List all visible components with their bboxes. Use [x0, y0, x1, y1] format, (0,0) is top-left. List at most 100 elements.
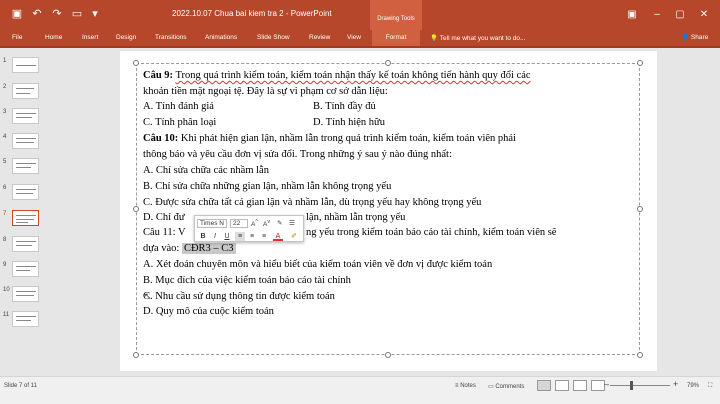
- undo-icon[interactable]: ↶: [30, 7, 44, 21]
- tab-design[interactable]: Design: [116, 34, 136, 41]
- slide-thumbnail[interactable]: [12, 236, 39, 252]
- q10-line1: Câu 10: Khi phát hiện gian lận, nhầm lẫn…: [143, 133, 516, 145]
- share-button[interactable]: 👤 Share: [681, 31, 717, 45]
- minimize-icon[interactable]: –: [650, 8, 664, 22]
- resize-handle[interactable]: [385, 60, 391, 66]
- q11-line2-text: dựa vào:: [143, 243, 180, 254]
- slide-thumbnail[interactable]: [12, 261, 39, 277]
- thumb-number: 4: [3, 134, 7, 140]
- slide-thumbnail[interactable]: [12, 184, 39, 200]
- slide-thumbnail-selected[interactable]: [12, 210, 39, 226]
- zoom-out-icon[interactable]: –: [604, 379, 609, 389]
- customize-quick-access-icon[interactable]: ▾: [88, 7, 102, 21]
- resize-handle[interactable]: [133, 206, 139, 212]
- thumb-number: 11: [3, 312, 10, 318]
- zoom-level[interactable]: 79%: [687, 383, 699, 389]
- ribbon-tabs: File Home Insert Design Transitions Anim…: [0, 30, 720, 46]
- slide-thumbnail[interactable]: [12, 133, 39, 149]
- present-icon[interactable]: ▭: [70, 7, 84, 21]
- q10-text1: Khi phát hiện gian lận, nhầm lẫn trong q…: [180, 133, 516, 144]
- q9-option-c: C. Tính phân loại: [143, 117, 217, 128]
- thumb-number: 2: [3, 84, 7, 90]
- notes-icon: ≡: [455, 383, 459, 389]
- zoom-slider[interactable]: [610, 385, 670, 386]
- normal-view-icon[interactable]: [537, 380, 551, 391]
- align-center-icon[interactable]: ≡: [247, 232, 257, 241]
- status-bar: Slide 7 of 11 ≡ Notes ▭ Comments – + 79%…: [0, 376, 720, 404]
- mini-formatting-toolbar: Times N 22 A^ Av ✎ ☰ B I U ≡ ≡ ≡ A ✐: [194, 215, 304, 242]
- tab-format[interactable]: Format: [372, 30, 420, 46]
- slide-thumbnail[interactable]: [12, 158, 39, 174]
- align-right-icon[interactable]: ≡: [259, 232, 269, 241]
- maximize-icon[interactable]: ▢: [673, 8, 687, 22]
- tell-me-search[interactable]: 💡 Tell me what you want to do...: [430, 34, 525, 42]
- resize-handle[interactable]: [385, 352, 391, 358]
- zoom-slider-knob[interactable]: [630, 381, 633, 390]
- q11-option-a: A. Xét đoán chuyên môn và hiểu biết của …: [143, 259, 493, 270]
- resize-handle[interactable]: [637, 206, 643, 212]
- share-label: Share: [690, 34, 709, 41]
- reading-view-icon[interactable]: [573, 380, 587, 391]
- q9-text1: Trong quá trình kiểm toán, kiểm toán nhậ…: [175, 70, 531, 81]
- tab-slide-show[interactable]: Slide Show: [257, 34, 290, 41]
- q10-label: Câu 10:: [143, 133, 179, 144]
- q10-option-a: A. Chỉ sửa chữa các nhầm lẫn: [143, 165, 269, 176]
- q10-option-b: B. Chỉ sửa chữa những gian lận, nhầm lẫn…: [143, 181, 392, 192]
- resize-handle[interactable]: [637, 60, 643, 66]
- font-color-button[interactable]: A: [273, 232, 283, 241]
- thumb-number: 9: [3, 262, 7, 268]
- slide-thumbnail[interactable]: [12, 57, 39, 73]
- q10-option-d-start: D. Chỉ đư: [143, 212, 185, 223]
- q10-option-d-end: lận, nhầm lẫn trọng yếu: [306, 212, 406, 223]
- new-comment-icon[interactable]: ✎: [277, 219, 282, 227]
- underline-button[interactable]: U: [222, 232, 232, 241]
- thumb-number: 6: [3, 185, 7, 191]
- q11-label: Câu 11: V: [143, 227, 186, 238]
- q11-option-b: B. Mục đích của việc kiểm toán báo cáo t…: [143, 275, 351, 286]
- close-icon[interactable]: ✕: [697, 8, 711, 22]
- bold-button[interactable]: B: [198, 232, 208, 241]
- font-size-box[interactable]: 22: [230, 219, 248, 228]
- italic-button[interactable]: I: [210, 232, 220, 241]
- save-icon[interactable]: ▣: [10, 7, 24, 21]
- slide-sorter-icon[interactable]: [555, 380, 569, 391]
- slide-thumbnail[interactable]: [12, 286, 39, 302]
- tab-home[interactable]: Home: [45, 34, 62, 41]
- ribbon-divider: [0, 46, 720, 48]
- q11-line1-end: ng yếu trong kiểm toán báo cáo tài chính…: [306, 227, 557, 238]
- resize-handle[interactable]: [133, 352, 139, 358]
- thumb-number: 8: [3, 237, 7, 243]
- fit-slide-icon[interactable]: ⛶: [708, 383, 712, 390]
- notes-label: Notes: [460, 383, 476, 389]
- resize-handle[interactable]: [133, 60, 139, 66]
- ribbon-display-icon[interactable]: ▣: [625, 8, 639, 22]
- font-name-box[interactable]: Times N: [197, 219, 227, 228]
- format-painter-icon[interactable]: ✐: [289, 232, 299, 241]
- grow-font-icon[interactable]: A^: [251, 219, 258, 228]
- align-left-icon[interactable]: ≡: [235, 232, 245, 241]
- title-bar: ▣ ↶ ↷ ▭ ▾ 2022.10.07 Chua bai kiem tra 2…: [0, 0, 720, 30]
- shrink-font-icon[interactable]: Av: [263, 219, 270, 228]
- notes-button[interactable]: ≡ Notes: [455, 383, 476, 389]
- slide-thumbnail[interactable]: [12, 108, 39, 124]
- slide-thumbnail[interactable]: [12, 311, 39, 327]
- tab-file[interactable]: File: [12, 34, 22, 41]
- resize-handle[interactable]: [637, 352, 643, 358]
- bullets-icon[interactable]: ☰: [289, 219, 295, 227]
- slideshow-view-icon[interactable]: [591, 380, 605, 391]
- q9-option-d: D. Tính hiện hữu: [313, 117, 385, 128]
- selected-text-highlight[interactable]: CĐR3 – C3: [181, 243, 236, 254]
- tab-review[interactable]: Review: [309, 34, 330, 41]
- tab-view[interactable]: View: [347, 34, 361, 41]
- zoom-in-icon[interactable]: +: [673, 379, 678, 389]
- tab-transitions[interactable]: Transitions: [155, 34, 187, 41]
- comments-button[interactable]: ▭ Comments: [488, 383, 524, 390]
- q9-option-b: B. Tính đầy đủ: [313, 101, 376, 112]
- q9-option-a: A. Tính đánh giá: [143, 101, 214, 112]
- tell-me-label: Tell me what you want to do...: [439, 35, 526, 42]
- tab-animations[interactable]: Animations: [205, 34, 237, 41]
- tab-insert[interactable]: Insert: [82, 34, 98, 41]
- slide-thumbnail[interactable]: [12, 83, 39, 99]
- lightbulb-icon: 💡: [430, 35, 439, 42]
- redo-icon[interactable]: ↷: [50, 7, 64, 21]
